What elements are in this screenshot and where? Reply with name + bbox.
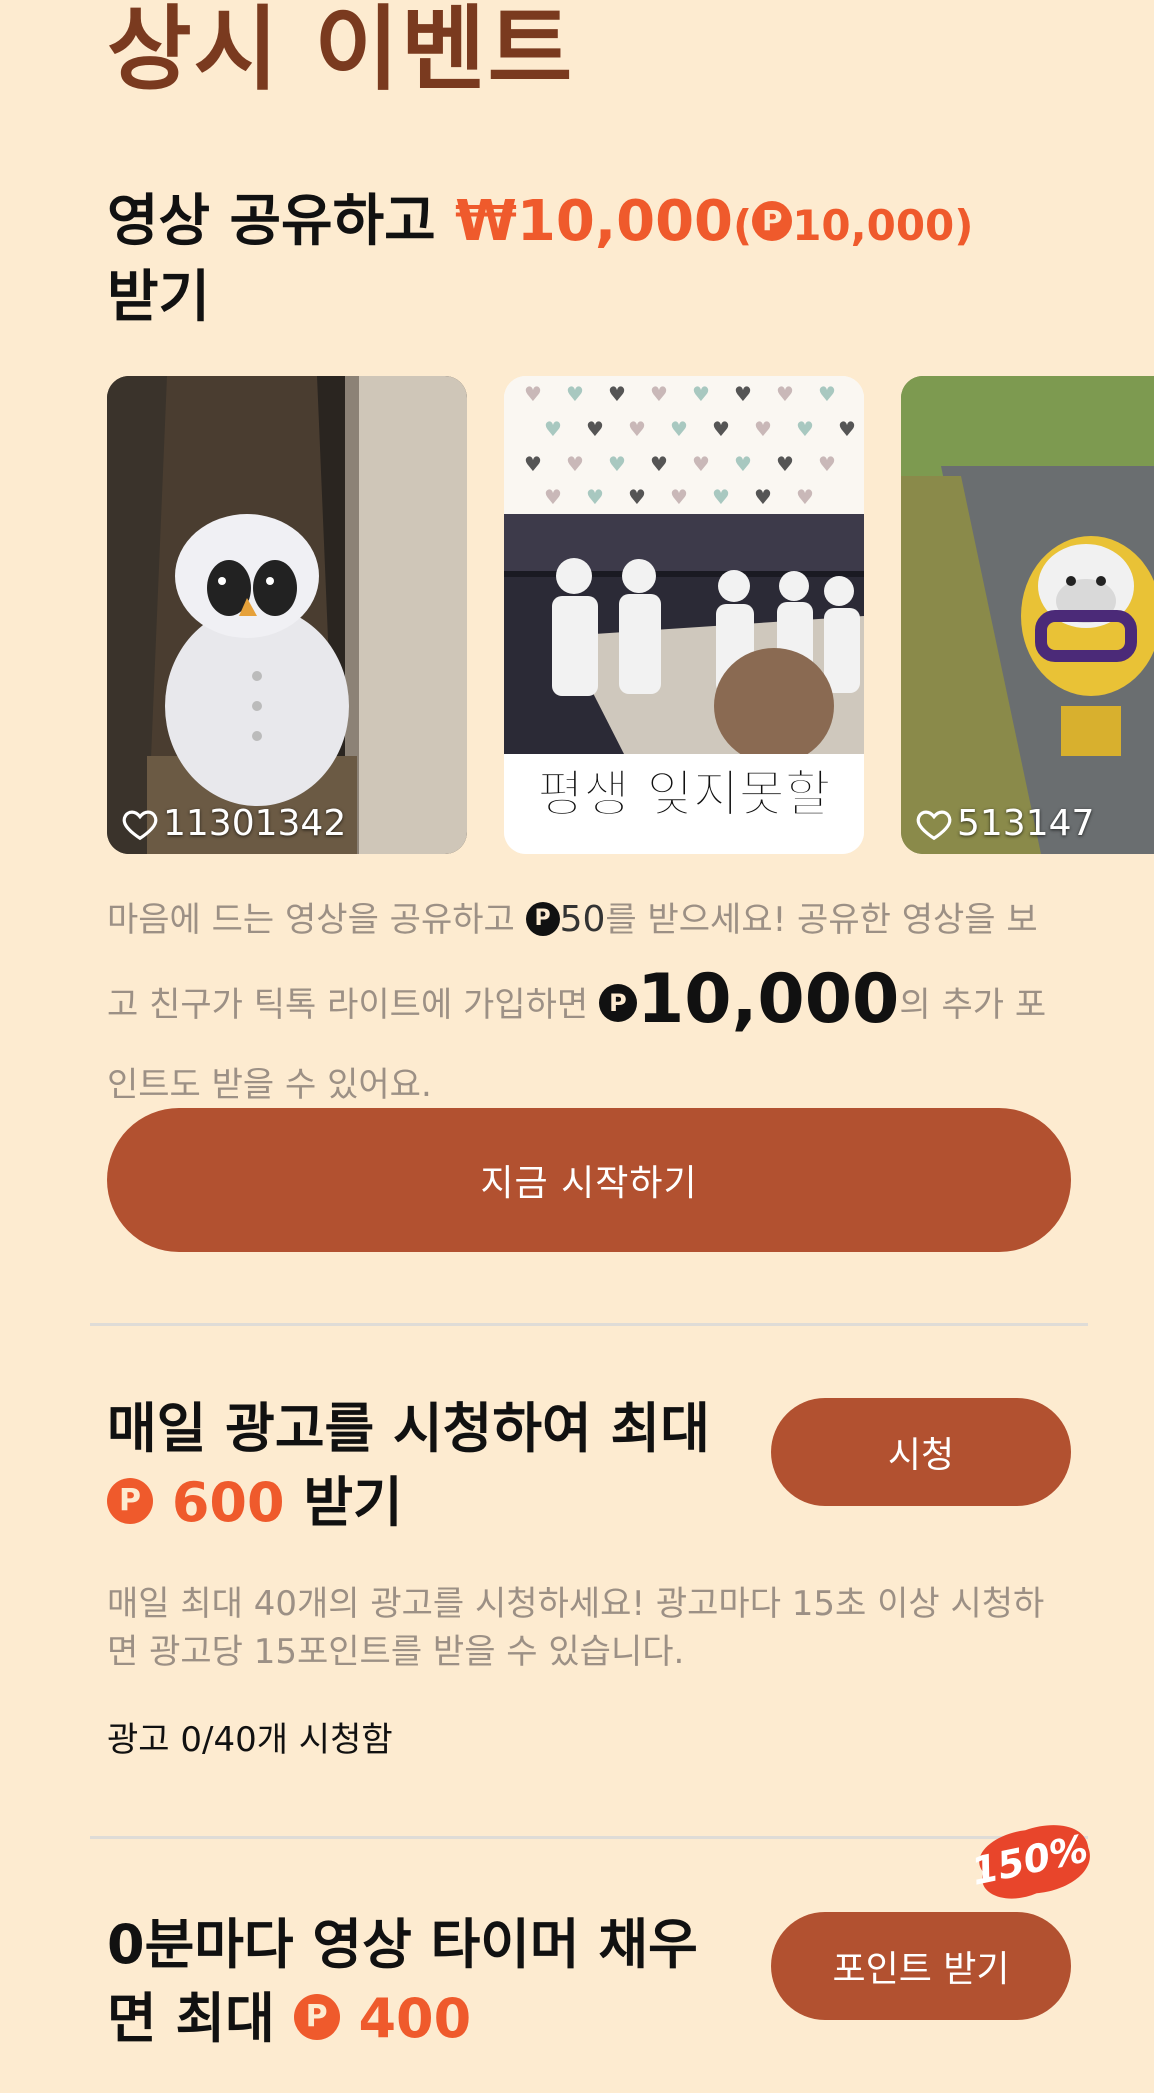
like-count: 513147 <box>915 803 1094 844</box>
svg-text:♥: ♥ <box>838 417 856 441</box>
video-carousel[interactable]: 11301342 ♥ ♥ ♥ ♥ ♥ ♥ ♥ ♥ ♥ ♥ ♥ ♥ ♥ ♥ ♥ ♥ ♥ ♥ ♥ ♥ ♥ ♥ ♥ ♥ ♥ ♥ ♥ ♥… <box>107 376 1154 856</box>
video-card[interactable]: 11301342 <box>107 376 467 854</box>
svg-text:♥: ♥ <box>796 485 814 509</box>
point-coin-icon: P <box>107 1478 153 1525</box>
svg-text:♥: ♥ <box>524 382 542 406</box>
video-thumbnail-dog <box>901 376 1154 854</box>
like-count-value: 11301342 <box>163 803 347 844</box>
video-caption: 평생 잊지못할 <box>537 765 831 824</box>
svg-text:♥: ♥ <box>692 452 710 476</box>
like-count: 11301342 <box>121 803 346 844</box>
svg-text:♥: ♥ <box>544 485 562 509</box>
point-coin-icon: P <box>293 1994 340 2041</box>
svg-text:♥: ♥ <box>608 382 626 406</box>
svg-text:♥: ♥ <box>608 452 626 476</box>
ads-title-part2: 받기 <box>284 1471 403 1534</box>
ads-title: 매일 광고를 시청하여 최대 P 600 받기 <box>107 1392 757 1540</box>
svg-text:♥: ♥ <box>734 382 752 406</box>
video-card[interactable]: 513147 <box>901 376 1154 854</box>
video-card[interactable]: ♥ ♥ ♥ ♥ ♥ ♥ ♥ ♥ ♥ ♥ ♥ ♥ ♥ ♥ ♥ ♥ ♥ ♥ ♥ ♥ ♥ ♥ ♥ ♥ ♥ ♥ ♥ ♥ ♥ ♥ ♥ 평생 잊지… <box>504 376 864 854</box>
svg-text:♥: ♥ <box>524 452 542 476</box>
svg-text:♥: ♥ <box>818 452 836 476</box>
section-title: 상시 이벤트 <box>107 0 575 103</box>
share-reward-points: 10,000 <box>792 201 955 250</box>
get-points-button[interactable]: 포인트 받기 <box>771 1912 1071 2020</box>
divider <box>90 1323 1088 1326</box>
ads-title-part1: 매일 광고를 시청하여 최대 <box>107 1397 710 1460</box>
like-count-value: 513147 <box>957 803 1095 844</box>
svg-text:♥: ♥ <box>818 382 836 406</box>
timer-title: 0분마다 영상 타이머 채우면 최대 P 400 <box>107 1908 747 2056</box>
point-coin-icon: P <box>525 901 560 936</box>
svg-text:♥: ♥ <box>754 417 772 441</box>
share-reward-won: ₩10,000 <box>455 189 733 254</box>
svg-text:♥: ♥ <box>776 452 794 476</box>
start-now-button[interactable]: 지금 시작하기 <box>107 1108 1071 1252</box>
svg-text:♥: ♥ <box>712 417 730 441</box>
svg-text:♥: ♥ <box>566 382 584 406</box>
svg-text:♥: ♥ <box>754 485 772 509</box>
svg-text:♥: ♥ <box>650 382 668 406</box>
share-title-suffix: 받기 <box>107 265 211 330</box>
svg-text:♥: ♥ <box>692 382 710 406</box>
svg-text:♥: ♥ <box>670 485 688 509</box>
share-event-title: 영상 공유하고 ₩10,000(P 10,000) 받기 <box>107 186 1037 334</box>
svg-text:♥: ♥ <box>586 485 604 509</box>
share-reward-paren-open: ( <box>733 201 753 250</box>
share-desc-part1: 마음에 드는 영상을 공유하고 <box>107 900 526 940</box>
timer-amount: 400 <box>358 1987 472 2050</box>
share-title-prefix: 영상 공유하고 <box>107 189 456 254</box>
video-thumbnail-penguin <box>107 376 467 854</box>
share-desc-big-amount: 10,000 <box>636 960 900 1039</box>
svg-text:♥: ♥ <box>566 452 584 476</box>
heart-outline-icon <box>122 810 158 840</box>
share-description: 마음에 드는 영상을 공유하고 P 50를 받으세요! 공유한 영상을 보고 친구… <box>107 880 1067 1125</box>
share-desc-points: 50 <box>559 899 606 940</box>
svg-text:♥: ♥ <box>796 417 814 441</box>
bonus-badge: 150% <box>955 1809 1105 1916</box>
watch-ad-button[interactable]: 시청 <box>771 1398 1071 1506</box>
point-coin-icon: P <box>598 983 637 1022</box>
ads-watch-count: 광고 0/40개 시청함 <box>107 1720 393 1760</box>
ads-amount: 600 <box>171 1471 285 1534</box>
svg-text:♥: ♥ <box>776 382 794 406</box>
svg-text:♥: ♥ <box>586 417 604 441</box>
svg-text:♥: ♥ <box>628 485 646 509</box>
svg-text:♥: ♥ <box>670 417 688 441</box>
svg-text:♥: ♥ <box>734 452 752 476</box>
heart-outline-icon <box>916 810 952 840</box>
ads-description: 매일 최대 40개의 광고를 시청하세요! 광고마다 15초 이상 시청하면 광… <box>107 1584 1045 1672</box>
svg-text:♥: ♥ <box>544 417 562 441</box>
svg-text:♥: ♥ <box>712 485 730 509</box>
divider <box>90 1836 1088 1839</box>
svg-text:♥: ♥ <box>628 417 646 441</box>
share-reward-paren-close: ) <box>954 201 974 250</box>
point-coin-icon: P <box>752 200 793 241</box>
svg-text:♥: ♥ <box>650 452 668 476</box>
